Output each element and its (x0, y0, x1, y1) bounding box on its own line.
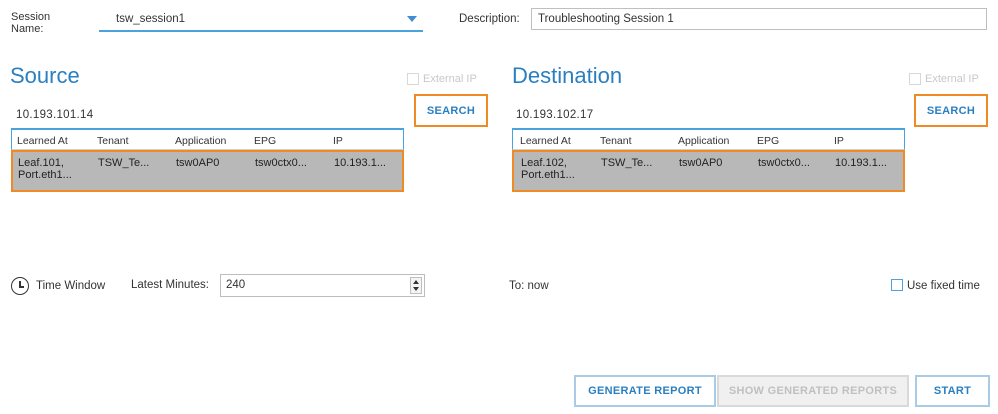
column-header[interactable]: Tenant (97, 135, 129, 147)
chevron-down-icon[interactable] (407, 16, 417, 22)
epg-cell: tsw0ctx0... (758, 157, 810, 169)
source-search-label: SEARCH (426, 104, 476, 117)
generate-report-button[interactable]: GENERATE REPORT (574, 375, 716, 407)
generate-report-label: GENERATE REPORT (588, 385, 702, 397)
column-header[interactable]: Application (678, 135, 729, 147)
destination-title: Destination (512, 63, 623, 88)
application-cell: tsw0AP0 (679, 157, 723, 169)
destination-search-button[interactable]: SEARCH (914, 94, 988, 127)
source-title: Source (10, 63, 80, 88)
table-header: Learned At Tenant Application EPG IP (11, 128, 404, 150)
latest-minutes-input[interactable]: 240 (220, 274, 425, 297)
source-external-ip[interactable]: External IP (407, 73, 477, 85)
session-name-label: Session Name: (11, 11, 51, 35)
session-name-value: tsw_session1 (116, 13, 186, 25)
column-header[interactable]: IP (834, 135, 844, 147)
column-header[interactable]: Learned At (17, 135, 68, 147)
column-header[interactable]: Tenant (600, 135, 632, 147)
learned-at-cell: Leaf.102, (521, 157, 567, 169)
column-header[interactable]: IP (333, 135, 343, 147)
table-header: Learned At Tenant Application EPG IP (512, 128, 905, 150)
application-cell: tsw0AP0 (176, 157, 220, 169)
minutes-spinner[interactable] (410, 277, 422, 294)
source-search-button[interactable]: SEARCH (414, 94, 488, 127)
column-header[interactable]: EPG (757, 135, 779, 147)
description-label: Description: (459, 13, 520, 25)
spinner-up-icon[interactable] (413, 280, 419, 284)
learned-at-cell-2: Port.eth1... (521, 169, 575, 181)
destination-external-ip-label: External IP (925, 73, 979, 85)
destination-ip: 10.193.102.17 (516, 109, 594, 121)
start-label: START (933, 385, 972, 397)
spinner-down-icon[interactable] (413, 287, 419, 291)
latest-minutes-label: Latest Minutes: (131, 279, 209, 291)
column-header[interactable]: Application (175, 135, 226, 147)
tenant-cell: TSW_Te... (98, 157, 150, 169)
start-button[interactable]: START (915, 375, 990, 407)
session-name-select[interactable]: tsw_session1 (99, 8, 423, 32)
to-now-label: To: now (509, 280, 549, 292)
epg-cell: tsw0ctx0... (255, 157, 307, 169)
description-value: Troubleshooting Session 1 (538, 13, 674, 25)
destination-external-ip-checkbox[interactable] (909, 73, 921, 85)
destination-endpoint-table: Learned At Tenant Application EPG IP Lea… (512, 128, 905, 192)
clock-icon (11, 277, 29, 295)
ip-cell: 10.193.1... (334, 157, 386, 169)
source-external-ip-checkbox[interactable] (407, 73, 419, 85)
show-generated-reports-label: SHOW GENERATED REPORTS (728, 385, 898, 397)
destination-external-ip[interactable]: External IP (909, 73, 979, 85)
show-generated-reports-button[interactable]: SHOW GENERATED REPORTS (717, 375, 909, 407)
use-fixed-time-checkbox[interactable] (891, 279, 903, 291)
column-header[interactable]: Learned At (520, 135, 571, 147)
source-endpoint-table: Learned At Tenant Application EPG IP Lea… (11, 128, 404, 192)
source-external-ip-label: External IP (423, 73, 477, 85)
use-fixed-time-label: Use fixed time (907, 280, 980, 292)
ip-cell: 10.193.1... (835, 157, 887, 169)
table-row[interactable]: Leaf.101, Port.eth1... TSW_Te... tsw0AP0… (11, 150, 404, 192)
destination-search-label: SEARCH (926, 104, 976, 117)
source-ip: 10.193.101.14 (16, 109, 94, 121)
learned-at-cell: Leaf.101, (18, 157, 64, 169)
column-header[interactable]: EPG (254, 135, 276, 147)
latest-minutes-value: 240 (226, 279, 246, 291)
table-row[interactable]: Leaf.102, Port.eth1... TSW_Te... tsw0AP0… (512, 150, 905, 192)
tenant-cell: TSW_Te... (601, 157, 653, 169)
learned-at-cell-2: Port.eth1... (18, 169, 72, 181)
time-window-label: Time Window (36, 280, 106, 292)
description-input[interactable]: Troubleshooting Session 1 (531, 8, 987, 30)
